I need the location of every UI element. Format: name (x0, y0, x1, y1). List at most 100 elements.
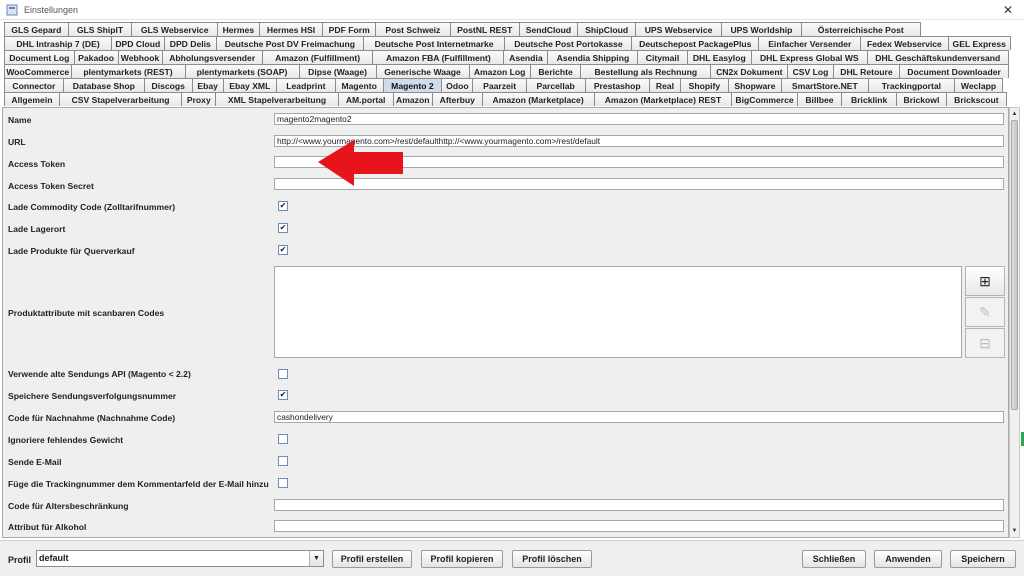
tab-berichte[interactable]: Berichte (529, 64, 582, 78)
tab-csv-stapelverarbeitung[interactable]: CSV Stapelverarbeitung (58, 92, 183, 106)
tab-plentymarkets-rest[interactable]: plentymarkets (REST) (70, 64, 186, 78)
tab-citymail[interactable]: Citymail (637, 50, 688, 64)
tab-document-log[interactable]: Document Log (4, 50, 75, 64)
copy-profile-button[interactable]: Profil kopieren (421, 550, 503, 568)
tab-magento-2[interactable]: Magento 2 (382, 78, 443, 92)
alter-input[interactable] (274, 499, 1004, 511)
tab-amazon-fba-fulfillment[interactable]: Amazon FBA (Fulfillment) (372, 50, 505, 64)
tab-cn2x-dokument[interactable]: CN2x Dokument (710, 64, 789, 78)
save-button[interactable]: Speichern (950, 550, 1016, 568)
nachnahme-input[interactable]: cashondelivery (274, 411, 1004, 423)
tab-leadprint[interactable]: Leadprint (275, 78, 336, 92)
tab-bigcommerce[interactable]: BigCommerce (731, 92, 798, 106)
tab-hermes-hsi[interactable]: Hermes HSI (258, 22, 324, 36)
tab-sendcloud[interactable]: SendCloud (518, 22, 579, 36)
tab-dpd-delis[interactable]: DPD Delis (163, 36, 218, 50)
tab-connector[interactable]: Connector (4, 78, 64, 92)
tab-paarzeit[interactable]: Paarzeit (472, 78, 527, 92)
tab-webhook[interactable]: Webhook (117, 50, 163, 64)
tab-gls-shipit[interactable]: GLS ShipIT (67, 22, 133, 36)
tab-parcellab[interactable]: Parcellab (525, 78, 586, 92)
alte-api-checkbox[interactable] (278, 369, 288, 379)
tab-fedex-webservice[interactable]: Fedex Webservice (860, 36, 949, 50)
tab-hermes[interactable]: Hermes (216, 22, 260, 36)
tab-smartstore-net[interactable]: SmartStore.NET (781, 78, 869, 92)
tab-asendia[interactable]: Asendia (503, 50, 549, 64)
tab-database-shop[interactable]: Database Shop (62, 78, 145, 92)
tab-amazon[interactable]: Amazon (392, 92, 433, 106)
tab-brickscout[interactable]: Brickscout (945, 92, 1007, 106)
gewicht-checkbox[interactable] (278, 434, 288, 444)
tab-amazon-log[interactable]: Amazon Log (468, 64, 531, 78)
tab-generische-waage[interactable]: Generische Waage (375, 64, 470, 78)
tab-dhl-intraship-7-de[interactable]: DHL Intraship 7 (DE) (4, 36, 113, 50)
lagerort-checkbox[interactable]: ✔ (278, 223, 288, 233)
tab-gel-express[interactable]: GEL Express (947, 36, 1011, 50)
edit-icon[interactable]: ✎ (965, 297, 1005, 327)
scroll-thumb[interactable] (1011, 120, 1018, 410)
tab-amazon-marketplace[interactable]: Amazon (Marketplace) (481, 92, 595, 106)
tab-woocommerce[interactable]: WooCommerce (4, 64, 72, 78)
tab-weclapp[interactable]: Weclapp (954, 78, 1003, 92)
tab-dipse-waage[interactable]: Dipse (Waage) (298, 64, 377, 78)
tab-asendia-shipping[interactable]: Asendia Shipping (547, 50, 639, 64)
tab-postnl-rest[interactable]: PostNL REST (449, 22, 520, 36)
apply-button[interactable]: Anwenden (874, 550, 942, 568)
scroll-down-icon[interactable]: ▼ (1010, 526, 1019, 536)
commodity-code-checkbox[interactable]: ✔ (278, 201, 288, 211)
tab-post-schweiz[interactable]: Post Schweiz (375, 22, 451, 36)
tab-shipcloud[interactable]: ShipCloud (577, 22, 637, 36)
tab-ups-webservice[interactable]: UPS Webservice (635, 22, 722, 36)
sendungsnummer-checkbox[interactable]: ✔ (278, 390, 288, 400)
tab-brickowl[interactable]: Brickowl (896, 92, 947, 106)
tab-discogs[interactable]: Discogs (143, 78, 193, 92)
tab-gls-webservice[interactable]: GLS Webservice (131, 22, 218, 36)
email-checkbox[interactable] (278, 456, 288, 466)
tab-dpd-cloud[interactable]: DPD Cloud (111, 36, 165, 50)
dropdown-arrow-icon[interactable]: ▼ (309, 551, 323, 566)
tab-deutschepost-packageplus[interactable]: Deutschepost PackagePlus (631, 36, 760, 50)
tab-gls-gepard[interactable]: GLS Gepard (4, 22, 69, 36)
tab-dhl-retoure[interactable]: DHL Retoure (832, 64, 901, 78)
tab-österreichische-post[interactable]: Österreichische Post (801, 22, 921, 36)
name-input[interactable]: magento2magento2 (274, 113, 1004, 125)
tab-trackingportal[interactable]: Trackingportal (867, 78, 956, 92)
tab-magento[interactable]: Magento (334, 78, 384, 92)
tab-allgemein[interactable]: Allgemein (4, 92, 60, 106)
tab-ebay[interactable]: Ebay (191, 78, 224, 92)
tab-shopware[interactable]: Shopware (727, 78, 783, 92)
produktattribute-list[interactable] (274, 266, 962, 358)
tab-real[interactable]: Real (648, 78, 682, 92)
tab-plentymarkets-soap[interactable]: plentymarkets (SOAP) (184, 64, 300, 78)
close-button[interactable]: Schließen (802, 550, 866, 568)
tab-xml-stapelverarbeitung[interactable]: XML Stapelverarbeitung (215, 92, 339, 106)
tab-bricklink[interactable]: Bricklink (841, 92, 898, 106)
tab-pakadoo[interactable]: Pakadoo (73, 50, 119, 64)
scroll-up-icon[interactable]: ▲ (1010, 109, 1019, 119)
create-profile-button[interactable]: Profil erstellen (332, 550, 412, 568)
tab-odoo[interactable]: Odoo (441, 78, 474, 92)
close-icon[interactable]: ✕ (1000, 2, 1016, 18)
tab-prestashop[interactable]: Prestashop (584, 78, 650, 92)
tab-abholungsversender[interactable]: Abholungsversender (161, 50, 263, 64)
alkohol-input[interactable] (274, 520, 1004, 532)
remove-icon[interactable]: ⊟ (965, 328, 1005, 358)
tab-bestellung-als-rechnung[interactable]: Bestellung als Rechnung (580, 64, 712, 78)
tab-proxy[interactable]: Proxy (181, 92, 217, 106)
delete-profile-button[interactable]: Profil löschen (512, 550, 592, 568)
tab-dhl-express-global-ws[interactable]: DHL Express Global WS (751, 50, 868, 64)
tab-pdf-form[interactable]: PDF Form (322, 22, 377, 36)
add-icon[interactable]: ⊞ (965, 266, 1005, 296)
tab-am-portal[interactable]: AM.portal (337, 92, 394, 106)
tab-billbee[interactable]: Billbee (796, 92, 843, 106)
tab-deutsche-post-portokasse[interactable]: Deutsche Post Portokasse (504, 36, 633, 50)
tab-dhl-geschäftskundenversand[interactable]: DHL Geschäftskundenversand (866, 50, 1009, 64)
tab-deutsche-post-dv-freimachung[interactable]: Deutsche Post DV Freimachung (216, 36, 364, 50)
tab-ups-worldship[interactable]: UPS Worldship (720, 22, 802, 36)
tab-einfacher-versender[interactable]: Einfacher Versender (758, 36, 862, 50)
vertical-scrollbar[interactable]: ▲ ▼ (1009, 107, 1020, 538)
tab-amazon-marketplace-rest[interactable]: Amazon (Marketplace) REST (593, 92, 733, 106)
tab-document-downloader[interactable]: Document Downloader (899, 64, 1009, 78)
tab-shopify[interactable]: Shopify (680, 78, 729, 92)
tab-dhl-easylog[interactable]: DHL Easylog (686, 50, 752, 64)
